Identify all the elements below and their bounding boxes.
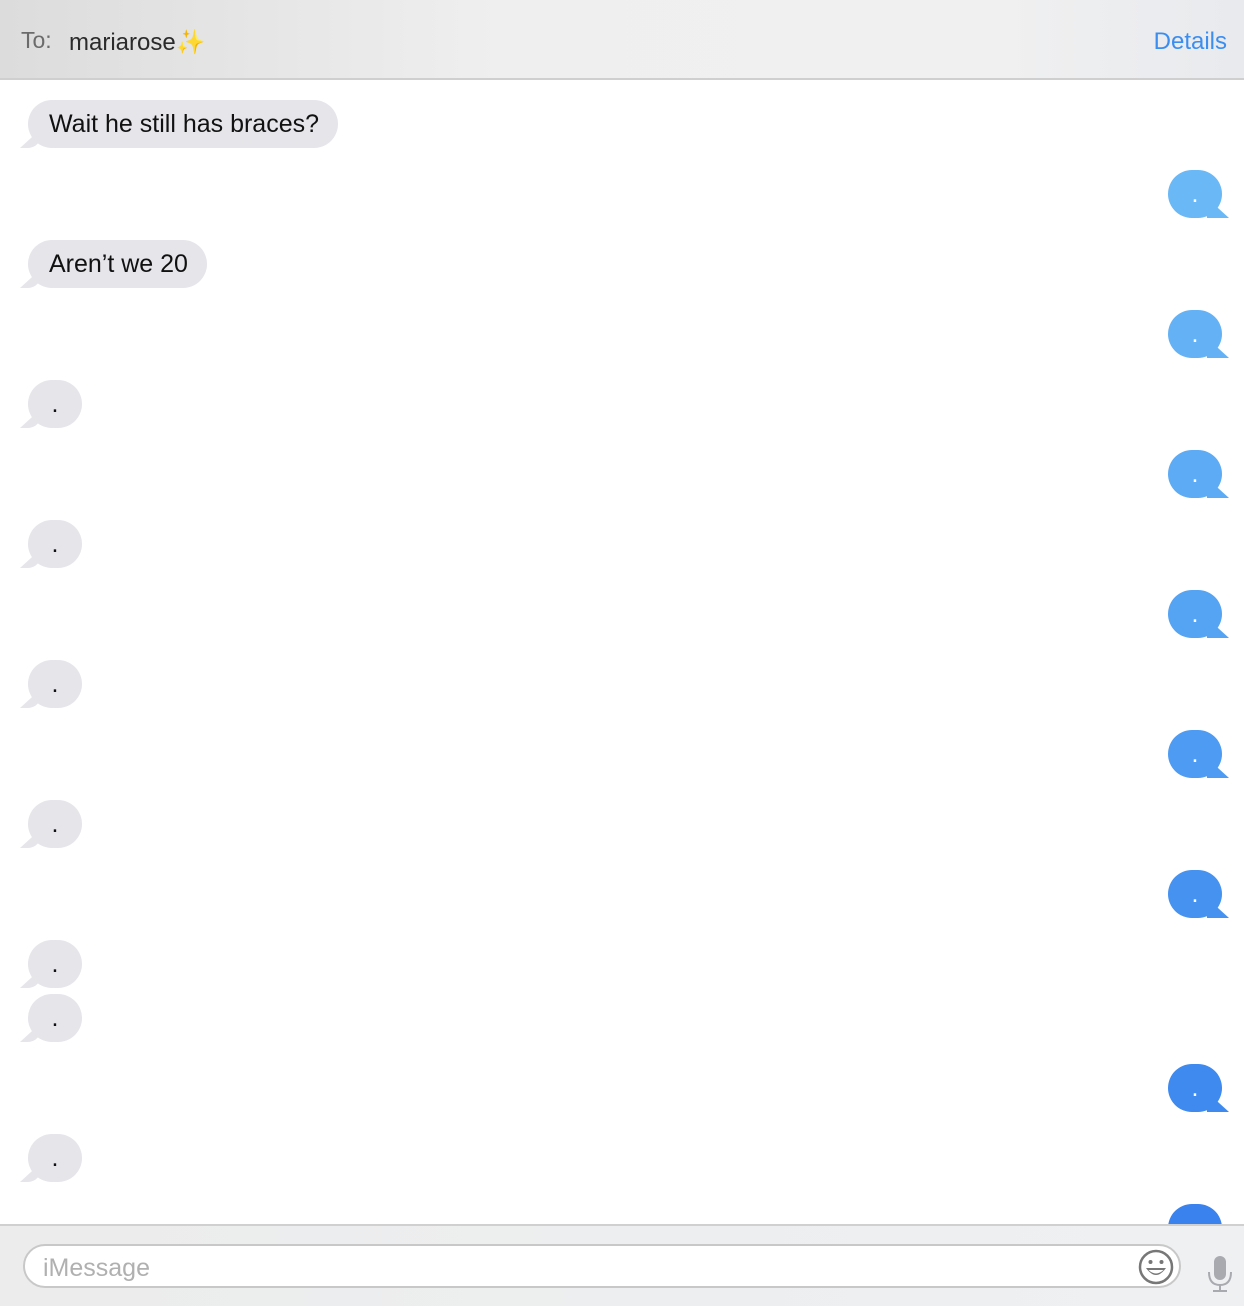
message-text: . [1191,1074,1199,1102]
outgoing-message[interactable]: . [1168,870,1222,918]
incoming-message[interactable]: . [28,660,82,708]
incoming-message[interactable]: . [28,994,82,1042]
to-label: To: [21,27,52,53]
message-text: . [1191,880,1199,908]
message-text: Wait he still has braces? [49,110,320,138]
message-text: Aren’t we 20 [49,250,188,278]
outgoing-message[interactable]: . [1168,730,1222,778]
incoming-message[interactable]: . [28,380,82,428]
microphone-icon[interactable] [1206,1254,1234,1299]
sparkles-icon: ✨ [175,29,206,56]
message-text: . [1191,460,1199,488]
message-text: . [51,390,59,418]
message-text: . [1191,600,1199,628]
message-text: . [51,810,59,838]
incoming-message[interactable]: . [28,940,82,988]
incoming-message[interactable]: . [28,520,82,568]
message-text: . [1191,320,1199,348]
message-text: . [51,670,59,698]
message-text: . [51,950,59,978]
outgoing-message[interactable]: . [1168,450,1222,498]
conversation-header: To: mariarose✨ Details [0,0,1244,80]
incoming-message[interactable]: . [28,1134,82,1182]
message-placeholder: iMessage [43,1254,150,1282]
recipient-name[interactable]: mariarose✨ [69,28,206,57]
message-text: . [51,1144,59,1172]
recipient-text: mariarose [69,29,176,56]
incoming-message[interactable]: Wait he still has braces? [28,100,339,148]
message-text: . [1191,180,1199,208]
incoming-message[interactable]: Aren’t we 20 [28,240,207,288]
outgoing-message[interactable]: . [1168,590,1222,638]
message-text: . [51,1004,59,1032]
details-button[interactable]: Details [1154,28,1227,56]
message-text: . [1191,740,1199,768]
outgoing-message[interactable]: . [1168,1064,1222,1112]
outgoing-message[interactable]: . [1168,170,1222,218]
outgoing-message[interactable]: . [1168,310,1222,358]
message-input[interactable]: iMessage [23,1244,1181,1288]
smiley-icon[interactable] [1137,1248,1175,1291]
composer-bar: iMessage [0,1224,1244,1306]
incoming-message[interactable]: . [28,800,82,848]
message-text: . [51,530,59,558]
